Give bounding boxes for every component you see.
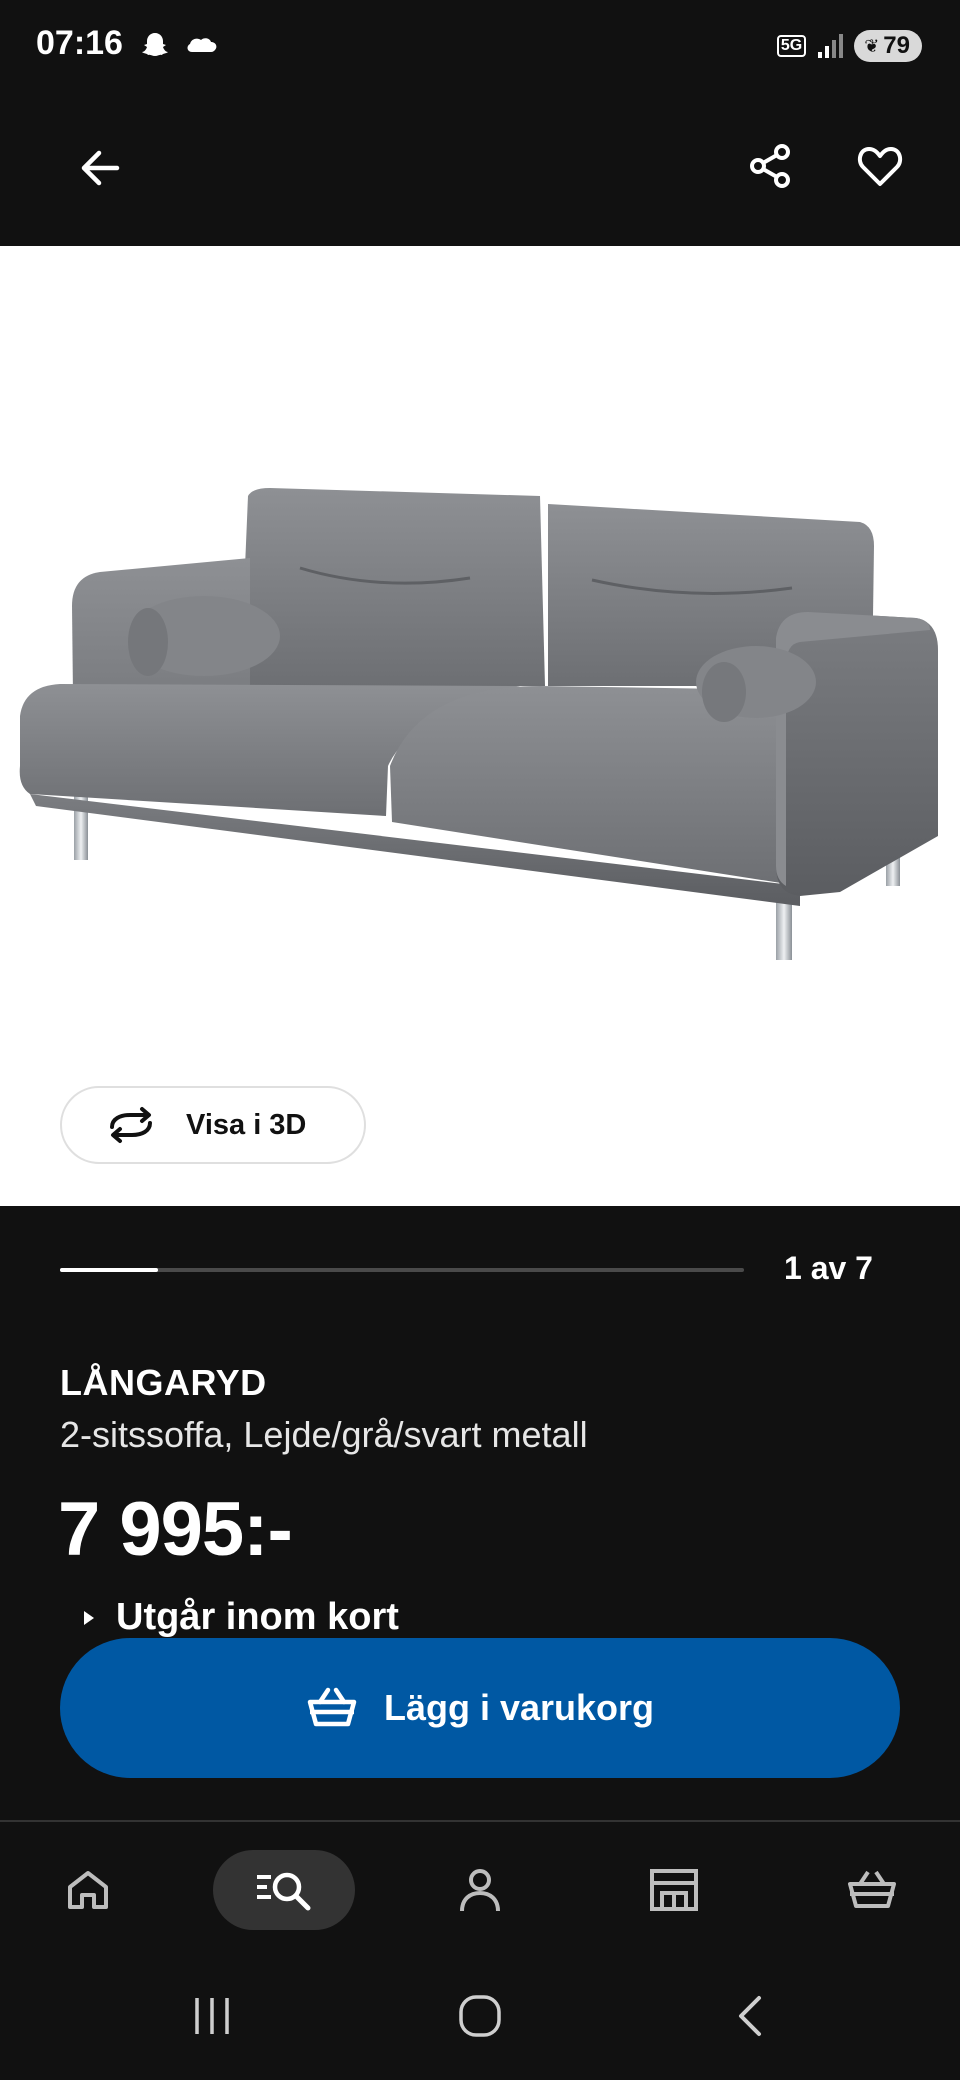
home-circle-icon — [459, 1995, 501, 2037]
nav-item-store[interactable] — [634, 1850, 714, 1930]
klarna-icon — [187, 38, 217, 52]
nav-item-search[interactable] — [213, 1850, 355, 1930]
product-description: 2-sitssoffa, Lejde/grå/svart metall — [60, 1414, 588, 1455]
recent-apps-icon — [195, 1998, 229, 2034]
network-label: 5G — [776, 35, 807, 57]
search-icon — [257, 1872, 311, 1911]
product-price: 7 995:- — [58, 1487, 293, 1572]
rotate-3d-icon — [110, 1107, 152, 1143]
system-recent-apps-button[interactable] — [172, 1984, 252, 2048]
battery-indicator: ❦ 79 — [854, 30, 922, 62]
arrow-left-icon — [81, 150, 120, 186]
signal-icon — [818, 34, 844, 58]
leaf-icon: ❦ — [864, 35, 880, 56]
home-icon — [68, 1871, 108, 1909]
availability-status[interactable]: Utgår inom kort — [82, 1596, 399, 1639]
chevron-left-icon — [739, 1996, 761, 2036]
favorite-button[interactable] — [844, 130, 916, 202]
store-icon — [650, 1869, 698, 1911]
battery-level: 79 — [883, 32, 910, 59]
nav-item-cart[interactable] — [832, 1850, 912, 1930]
view-3d-button[interactable]: Visa i 3D — [60, 1086, 366, 1164]
caret-right-icon — [84, 1610, 94, 1625]
system-back-button[interactable] — [710, 1984, 790, 2048]
basket-icon — [848, 1870, 896, 1908]
add-to-cart-button[interactable]: Lägg i varukorg — [60, 1638, 900, 1778]
bottom-nav-divider — [0, 1820, 960, 1822]
status-right-icons: 5G ❦ 79 — [776, 30, 922, 62]
sofa-image — [19, 488, 938, 960]
person-icon — [460, 1869, 500, 1912]
view-3d-label: Visa i 3D — [186, 1108, 307, 1141]
share-button[interactable] — [734, 130, 806, 202]
product-image-area[interactable] — [0, 246, 960, 1206]
status-left-icons — [140, 30, 224, 60]
share-icon — [750, 144, 790, 188]
availability-label: Utgår inom kort — [116, 1596, 399, 1638]
status-time: 07:16 — [36, 24, 123, 62]
snapchat-icon — [142, 33, 168, 56]
system-home-button[interactable] — [440, 1984, 520, 2048]
product-name: LÅNGARYD — [60, 1362, 267, 1403]
heart-icon — [857, 147, 903, 186]
add-to-cart-label: Lägg i varukorg — [383, 1687, 655, 1728]
gallery-pager: 1 av 7 — [784, 1250, 873, 1286]
nav-item-home[interactable] — [48, 1850, 128, 1930]
gallery-progress-bar — [60, 1268, 744, 1272]
basket-icon — [307, 1687, 357, 1727]
nav-item-profile[interactable] — [440, 1850, 520, 1930]
back-button[interactable] — [64, 132, 136, 204]
gallery-progress-fill — [60, 1268, 158, 1272]
